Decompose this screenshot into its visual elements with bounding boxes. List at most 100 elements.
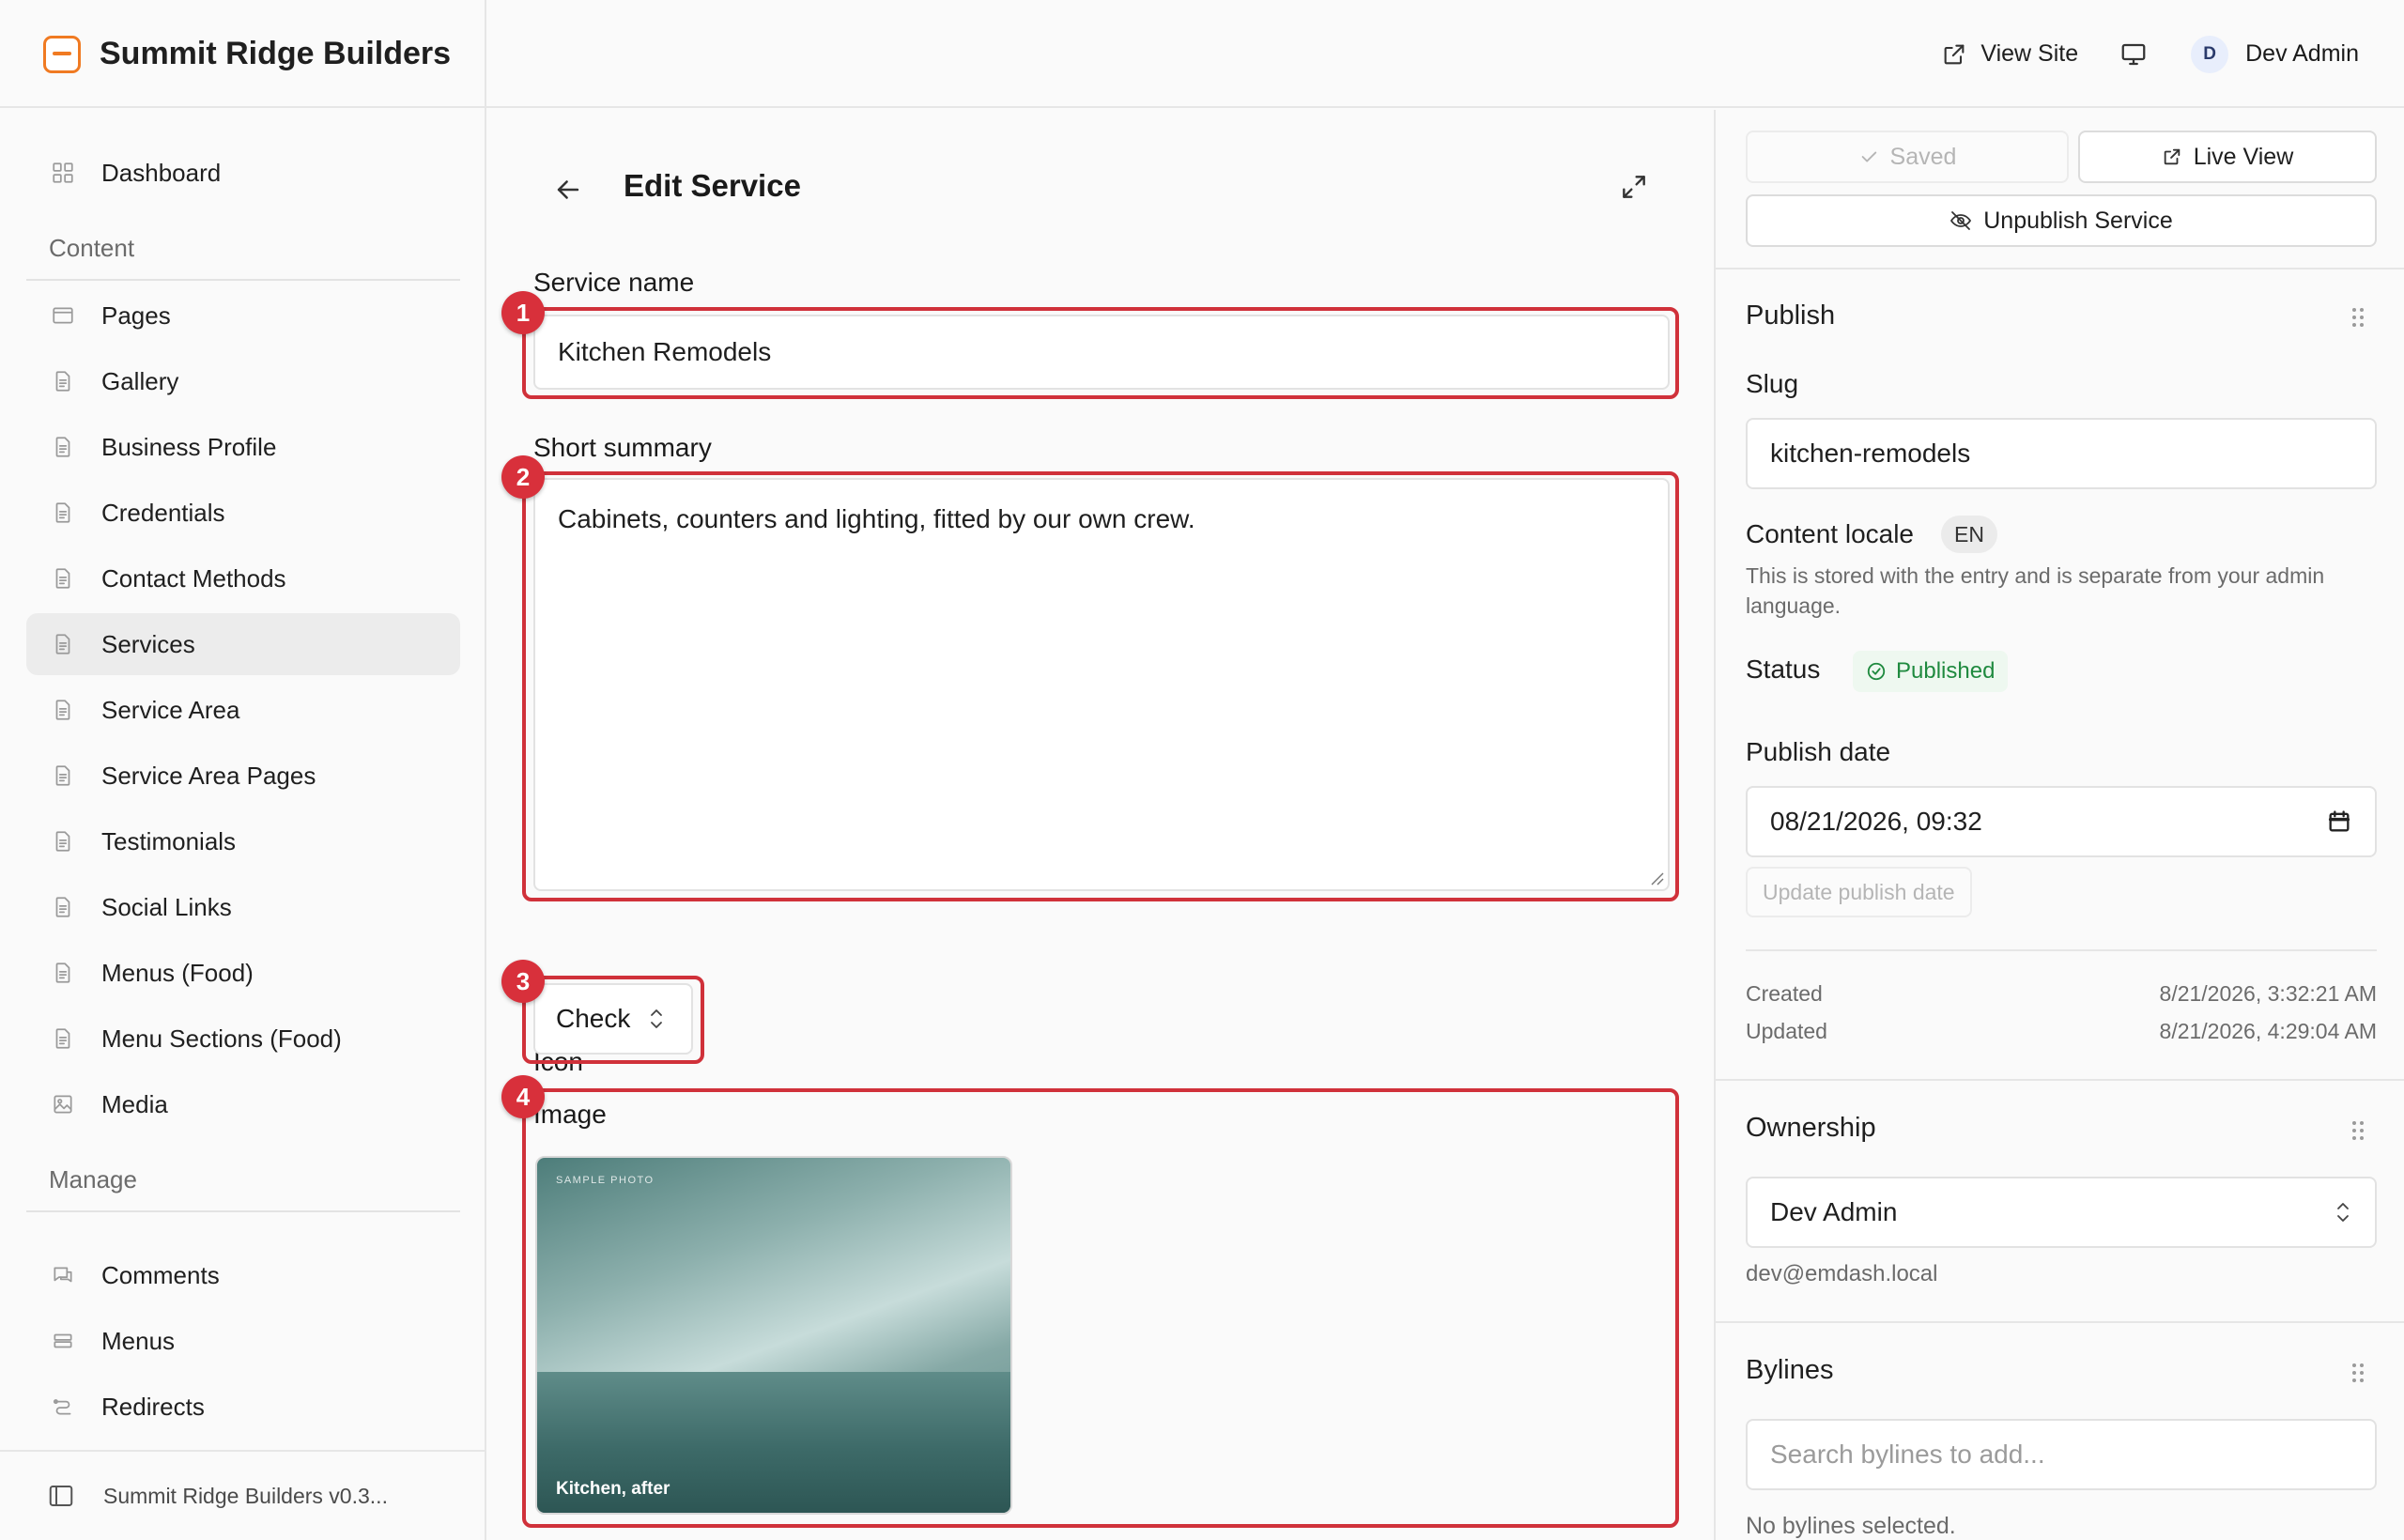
back-button[interactable] [552, 174, 586, 208]
sidebar-item-business-profile[interactable]: Business Profile [26, 416, 460, 478]
image-sample-tag: SAMPLE PHOTO [556, 1175, 655, 1186]
drag-handle-icon[interactable] [2349, 305, 2367, 330]
top-actions: View Site D Dev Admin [1941, 0, 2359, 108]
updated-value: 8/21/2026, 4:29:04 AM [2159, 1019, 2377, 1043]
update-publish-date-button[interactable]: Update publish date [1746, 867, 1972, 917]
document-icon [55, 765, 70, 786]
locale-help-text: This is stored with the entry and is sep… [1746, 563, 2325, 619]
sidebar-item-label: Social Links [101, 892, 232, 921]
document-icon [55, 634, 70, 654]
live-view-button[interactable]: Live View [2078, 131, 2377, 183]
calendar-icon[interactable] [2326, 808, 2352, 835]
brand-name: Summit Ridge Builders [100, 36, 452, 71]
locale-badge: EN [1941, 516, 1997, 553]
owner-select[interactable]: Dev Admin [1746, 1177, 2377, 1248]
sidebar-item-media[interactable]: Media [26, 1073, 460, 1135]
brand[interactable]: Summit Ridge Builders [0, 0, 486, 108]
bylines-placeholder: Search bylines to add... [1770, 1440, 2045, 1469]
status-badge: Published [1853, 651, 2009, 692]
bylines-empty-text: No bylines selected. [1746, 1513, 1956, 1539]
update-publish-date-label: Update publish date [1763, 879, 1955, 904]
panel-divider [1716, 1079, 2404, 1081]
monitor-icon [2121, 43, 2146, 65]
drag-handle-icon[interactable] [2349, 1118, 2367, 1143]
fullscreen-button[interactable] [1619, 172, 1651, 204]
updated-label: Updated [1746, 1019, 1827, 1043]
sidebar-item-label: Credentials [101, 498, 225, 527]
settings-panel: Saved Live View Unpublish Service Publis… [1714, 110, 2404, 1540]
live-view-label: Live View [2193, 143, 2294, 170]
sidebar-footer[interactable]: Summit Ridge Builders v0.3... [0, 1450, 485, 1540]
manage-divider [26, 1210, 460, 1212]
sidebar-item-service-area-pages[interactable]: Service Area Pages [26, 745, 460, 807]
sidebar-item-gallery[interactable]: Gallery [26, 350, 460, 412]
sidebar-item-pages[interactable]: Pages [26, 285, 460, 346]
resize-handle-icon[interactable] [1649, 870, 1664, 886]
sidebar-item-label: Business Profile [101, 432, 277, 461]
chevron-up-down-icon [2337, 1203, 2349, 1222]
sidebar-item-testimonials[interactable]: Testimonials [26, 810, 460, 872]
sidebar-item-label: Pages [101, 300, 171, 330]
document-icon [55, 371, 70, 392]
sidebar: Dashboard Content Pages Gallery Business P… [0, 108, 486, 1540]
saved-button[interactable]: Saved [1746, 131, 2069, 183]
editor-main: Edit Service Service name Short summary … [488, 110, 1714, 1540]
sidebar-item-dashboard[interactable]: Dashboard [26, 142, 460, 204]
created-value: 8/21/2026, 3:32:21 AM [2159, 981, 2377, 1006]
ownership-section-title: Ownership [1746, 1113, 1876, 1143]
sidebar-item-contact-methods[interactable]: Contact Methods [26, 547, 460, 609]
created-row: Created 8/21/2026, 3:32:21 AM [1746, 981, 2377, 1007]
sidebar-item-menus-food[interactable]: Menus (Food) [26, 942, 460, 1004]
image-label: Image [533, 1100, 607, 1129]
sidebar-item-label: Service Area Pages [101, 761, 316, 790]
status-value: Published [1896, 658, 1996, 684]
version-label: Summit Ridge Builders v0.3... [103, 1483, 388, 1508]
preview-device-button[interactable] [2119, 40, 2148, 69]
icon-select[interactable]: Check [533, 983, 693, 1055]
sidebar-item-redirects[interactable]: Redirects [26, 1376, 460, 1438]
panel-divider [1716, 1321, 2404, 1323]
sidebar-item-label: Media [101, 1089, 168, 1118]
sidebar-item-social-links[interactable]: Social Links [26, 876, 460, 938]
bylines-search-input[interactable]: Search bylines to add... [1746, 1419, 2377, 1490]
brand-logo-icon [43, 35, 81, 73]
user-menu[interactable]: D Dev Admin [2191, 35, 2359, 73]
document-icon [55, 831, 70, 852]
short-summary-textarea[interactable]: Cabinets, counters and lighting, fitted … [533, 478, 1670, 891]
slug-input[interactable]: kitchen-remodels [1746, 418, 2377, 489]
sidebar-item-service-area[interactable]: Service Area [26, 679, 460, 741]
bylines-section-title: Bylines [1746, 1355, 1834, 1385]
dashboard-icon [53, 162, 73, 183]
sidebar-item-comments[interactable]: Comments [26, 1244, 460, 1306]
sidebar-item-label: Gallery [101, 366, 179, 395]
sidebar-item-menu-sections-food[interactable]: Menu Sections (Food) [26, 1008, 460, 1070]
publish-date-label: Publish date [1746, 737, 1891, 766]
image-preview[interactable]: SAMPLE PHOTO Kitchen, after [535, 1156, 1012, 1515]
service-name-input[interactable] [533, 315, 1670, 390]
service-name-label: Service name [533, 268, 695, 297]
view-site-link[interactable]: View Site [1941, 40, 2078, 68]
updated-row: Updated 8/21/2026, 4:29:04 AM [1746, 1019, 2377, 1044]
meta-divider [1746, 949, 2377, 951]
document-icon [55, 1028, 70, 1049]
document-icon [55, 437, 70, 457]
sidebar-item-services[interactable]: Services [26, 613, 460, 675]
eye-off-icon [1950, 211, 1972, 230]
user-name: Dev Admin [2245, 40, 2359, 67]
sidebar-item-label: Service Area [101, 695, 240, 724]
avatar: D [2191, 35, 2229, 73]
publish-date-input[interactable]: 08/21/2026, 09:32 [1746, 786, 2377, 857]
drag-handle-icon[interactable] [2349, 1361, 2367, 1385]
annotation-badge-2: 2 [501, 455, 545, 499]
publish-section-title: Publish [1746, 300, 1836, 331]
chevron-up-down-icon [651, 1009, 663, 1028]
arrow-left-icon [557, 180, 579, 199]
sidebar-item-menus[interactable]: Menus [26, 1310, 460, 1372]
sidebar-item-label: Contact Methods [101, 563, 286, 593]
publish-date-value: 08/21/2026, 09:32 [1770, 807, 1982, 836]
owner-value: Dev Admin [1770, 1197, 1898, 1226]
unpublish-label: Unpublish Service [1983, 207, 2173, 234]
owner-email: dev@emdash.local [1746, 1261, 1938, 1286]
unpublish-button[interactable]: Unpublish Service [1746, 194, 2377, 247]
sidebar-item-credentials[interactable]: Credentials [26, 482, 460, 544]
